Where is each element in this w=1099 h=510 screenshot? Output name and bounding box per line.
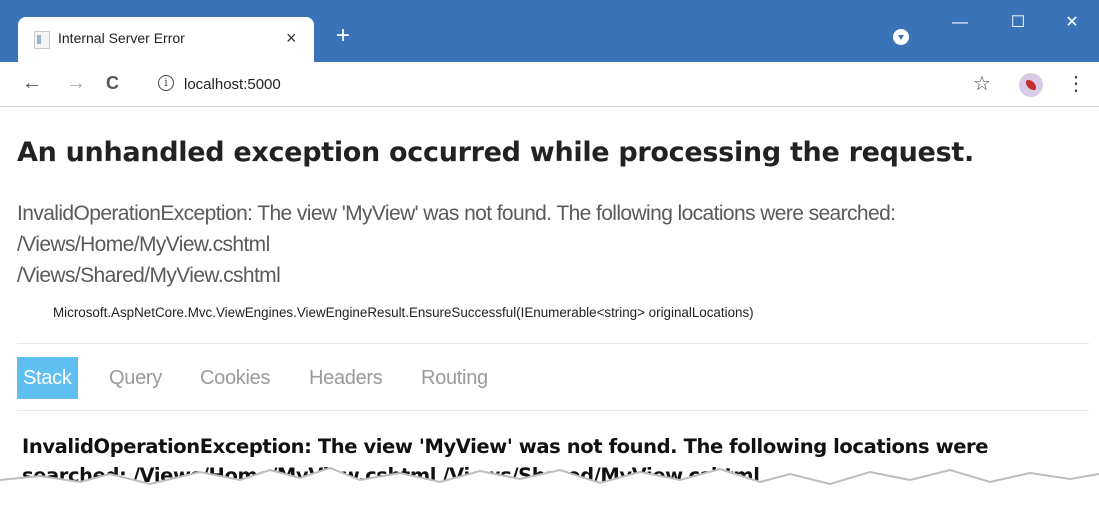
tab-title: Internal Server Error [58, 30, 185, 46]
divider [17, 343, 1089, 344]
forward-icon[interactable]: → [66, 72, 86, 94]
tab-routing[interactable]: Routing [415, 357, 494, 399]
searched-location-shared: /Views/Shared/MyView.cshtml [17, 264, 281, 287]
tab-stack[interactable]: Stack [17, 357, 78, 399]
browser-toolbar: ← → C i localhost:5000 ☆ ⋮ [0, 62, 1099, 107]
tab-close-icon[interactable]: × [286, 26, 297, 50]
url-text[interactable]: localhost:5000 [184, 76, 281, 93]
torn-edge [0, 466, 1099, 510]
tab-query[interactable]: Query [103, 357, 168, 399]
site-info-icon[interactable]: i [158, 75, 174, 91]
searched-location-home: /Views/Home/MyView.cshtml [17, 233, 270, 256]
exception-method: Microsoft.AspNetCore.Mvc.ViewEngines.Vie… [53, 305, 754, 320]
page-favicon-icon [34, 31, 50, 49]
minimize-button[interactable]: — [940, 10, 980, 36]
new-tab-button[interactable]: + [332, 24, 354, 48]
maximize-button[interactable]: ☐ [998, 10, 1038, 36]
back-icon[interactable]: ← [22, 72, 42, 94]
close-window-button[interactable]: ✕ [1052, 10, 1092, 36]
reload-icon[interactable]: C [106, 72, 119, 94]
browser-tab[interactable]: Internal Server Error × [18, 17, 314, 62]
exception-message: InvalidOperationException: The view 'MyV… [17, 202, 896, 225]
address-bar[interactable]: i localhost:5000 [142, 69, 952, 99]
divider [17, 410, 1089, 411]
title-bar: Internal Server Error × + — ☐ ✕ [0, 0, 1099, 62]
tab-search-icon[interactable] [893, 29, 909, 45]
extension-icon[interactable] [1019, 73, 1043, 97]
bookmark-star-icon[interactable]: ☆ [973, 71, 991, 96]
page-content: An unhandled exception occurred while pr… [0, 107, 1099, 510]
tab-cookies[interactable]: Cookies [194, 357, 276, 399]
browser-window: Internal Server Error × + — ☐ ✕ ← → C i … [0, 0, 1099, 510]
page-title: An unhandled exception occurred while pr… [17, 137, 974, 168]
browser-menu-icon[interactable]: ⋮ [1066, 71, 1086, 96]
tab-headers[interactable]: Headers [303, 357, 389, 399]
